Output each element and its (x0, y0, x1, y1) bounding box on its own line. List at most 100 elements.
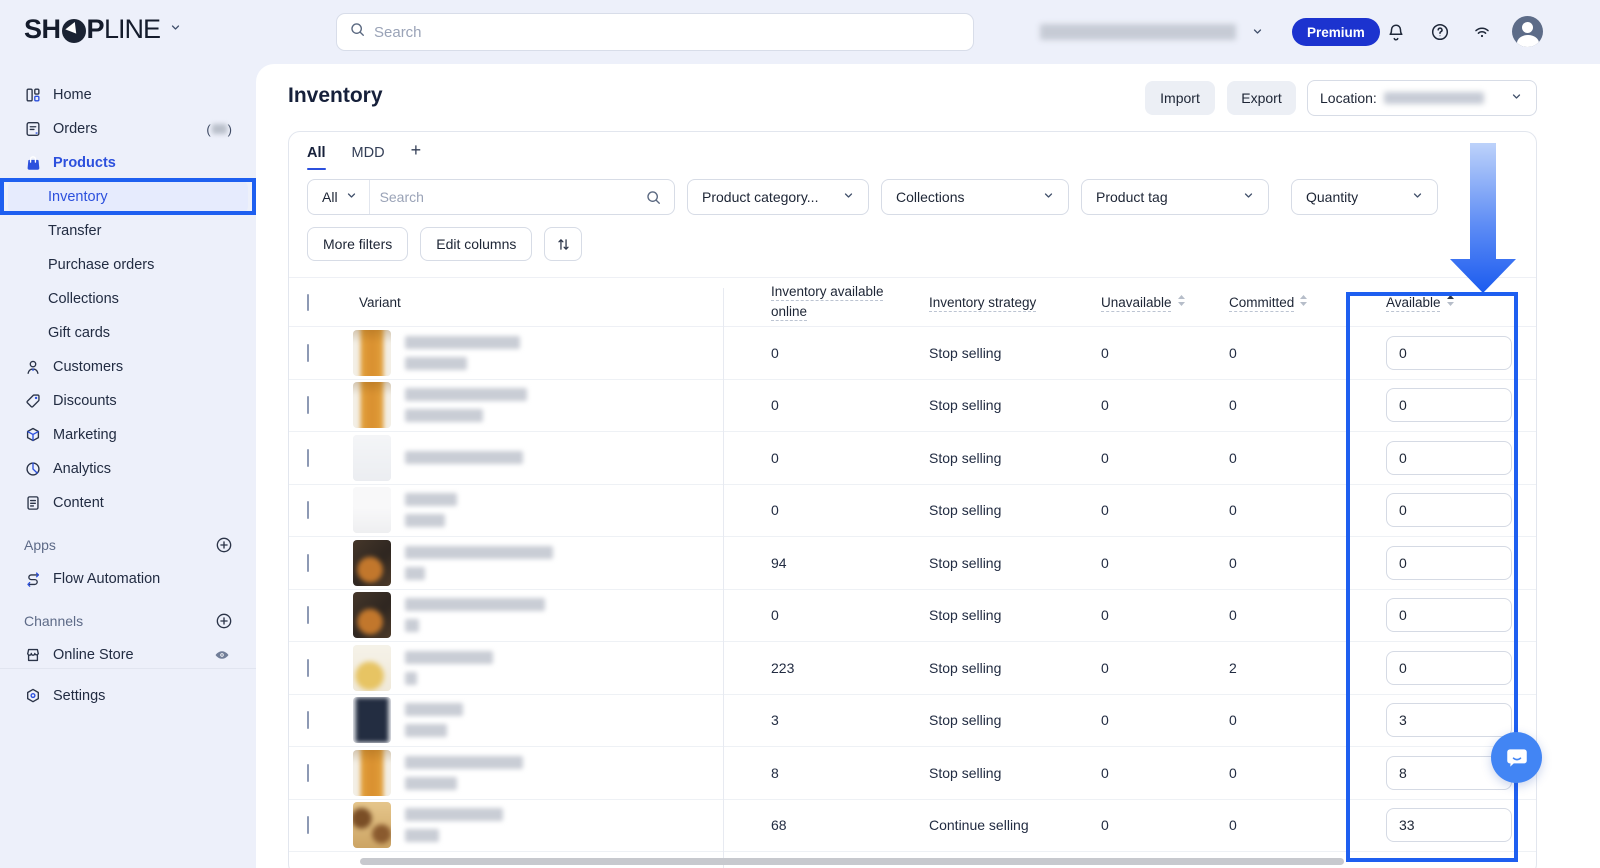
cell-variant[interactable] (337, 435, 724, 481)
chat-support-button[interactable] (1491, 732, 1542, 783)
cell-committed: 0 (1229, 607, 1359, 623)
sidebar-item-collections[interactable]: Collections (0, 282, 256, 316)
select-all-checkbox[interactable] (307, 294, 309, 311)
cell-variant[interactable] (337, 382, 724, 428)
sidebar-item-transfer[interactable]: Transfer (0, 214, 256, 248)
column-header-committed[interactable]: Committed (1229, 295, 1294, 310)
row-checkbox[interactable] (307, 816, 309, 834)
product-name-redacted (405, 451, 523, 464)
table-row: 0Stop selling00 (289, 380, 1536, 433)
available-quantity-input[interactable] (1386, 336, 1512, 370)
location-selector[interactable]: Location: (1307, 80, 1537, 116)
available-quantity-input[interactable] (1386, 546, 1512, 580)
more-filters-button[interactable]: More filters (307, 227, 408, 261)
sidebar-item-label: Online Store (53, 647, 202, 663)
row-checkbox[interactable] (307, 606, 309, 624)
sort-indicator-icon[interactable] (1299, 294, 1308, 310)
product-name-redacted (405, 546, 553, 559)
cell-variant[interactable] (337, 540, 724, 586)
sidebar-item-flow-automation[interactable]: Flow Automation (0, 562, 256, 596)
row-checkbox[interactable] (307, 449, 309, 467)
column-header-unavailable[interactable]: Unavailable (1101, 295, 1172, 310)
products-icon (24, 154, 42, 172)
available-quantity-input[interactable] (1386, 808, 1512, 842)
cell-inventory-strategy: Stop selling (929, 712, 1101, 728)
horizontal-scrollbar[interactable] (360, 858, 1344, 865)
edit-columns-button[interactable]: Edit columns (420, 227, 532, 261)
sort-indicator-icon[interactable] (1177, 294, 1186, 310)
column-header-available[interactable]: Available (1386, 295, 1441, 310)
tab-mdd[interactable]: MDD (352, 145, 385, 170)
sidebar-item-label: Content (53, 495, 232, 511)
sidebar-item-online-store[interactable]: Online Store (0, 638, 256, 668)
sidebar-section-channels: Channels (0, 604, 256, 638)
column-header-online[interactable]: Inventory available online (771, 282, 899, 321)
available-quantity-input[interactable] (1386, 441, 1512, 475)
cell-variant[interactable] (337, 802, 724, 848)
tab-all[interactable]: All (307, 145, 326, 170)
notifications-bell-icon[interactable] (1386, 22, 1406, 42)
row-checkbox[interactable] (307, 344, 309, 362)
sidebar-item-home[interactable]: Home (0, 78, 256, 112)
available-quantity-input[interactable] (1386, 703, 1512, 737)
account-chevron-down-icon[interactable] (1250, 24, 1265, 44)
sidebar-item-analytics[interactable]: Analytics (0, 452, 256, 486)
cell-variant[interactable] (337, 487, 724, 533)
available-quantity-input[interactable] (1386, 598, 1512, 632)
analytics-icon (24, 460, 42, 478)
sort-button[interactable] (544, 227, 582, 261)
product-name-redacted (405, 756, 523, 769)
available-quantity-input[interactable] (1386, 651, 1512, 685)
product-name-redacted (405, 357, 467, 370)
filter-quantity[interactable]: Quantity (1291, 179, 1438, 215)
row-checkbox[interactable] (307, 764, 309, 782)
filter-product-tag[interactable]: Product tag (1081, 179, 1269, 215)
sidebar-item-purchase-orders[interactable]: Purchase orders (0, 248, 256, 282)
sidebar-item-orders[interactable]: Orders() (0, 112, 256, 146)
row-checkbox[interactable] (307, 501, 309, 519)
export-button[interactable]: Export (1227, 81, 1296, 115)
sidebar-item-inventory[interactable]: Inventory (8, 180, 248, 214)
cell-variant[interactable] (337, 645, 724, 691)
filter-row-primary: All Product category... Collections Prod… (307, 179, 1536, 215)
view-tabs: All MDD + (289, 132, 1536, 170)
sidebar-item-content[interactable]: Content (0, 486, 256, 520)
cell-variant[interactable] (337, 697, 724, 743)
filter-collections[interactable]: Collections (881, 179, 1069, 215)
location-prefix-label: Location: (1320, 90, 1377, 106)
inventory-search-input[interactable] (370, 189, 645, 205)
import-button[interactable]: Import (1145, 81, 1215, 115)
sort-indicator-icon-active[interactable] (1446, 294, 1455, 310)
shopline-logo[interactable]: SHPLINE (24, 14, 183, 45)
row-checkbox[interactable] (307, 711, 309, 729)
available-quantity-input[interactable] (1386, 493, 1512, 527)
premium-badge[interactable]: Premium (1292, 18, 1380, 46)
sidebar-item-products[interactable]: Products (0, 146, 256, 180)
help-icon[interactable] (1430, 22, 1450, 42)
visibility-eye-icon[interactable] (213, 646, 232, 665)
cell-inventory-available-online: 0 (724, 502, 929, 518)
account-avatar[interactable] (1512, 16, 1543, 47)
add-plus-circle-icon[interactable] (215, 536, 234, 555)
global-search-input[interactable] (374, 24, 961, 41)
orders-count-badge: () (206, 122, 232, 137)
cell-variant[interactable] (337, 750, 724, 796)
available-quantity-input[interactable] (1386, 388, 1512, 422)
row-checkbox[interactable] (307, 396, 309, 414)
column-header-strategy[interactable]: Inventory strategy (929, 295, 1036, 310)
row-checkbox[interactable] (307, 554, 309, 572)
add-view-tab-button[interactable]: + (411, 140, 422, 170)
search-scope-dropdown[interactable]: All (308, 180, 370, 214)
add-plus-circle-icon[interactable] (215, 612, 234, 631)
sidebar-item-discounts[interactable]: Discounts (0, 384, 256, 418)
chevron-down-icon[interactable] (168, 20, 183, 40)
sidebar-item-customers[interactable]: Customers (0, 350, 256, 384)
network-wifi-icon[interactable] (1472, 22, 1492, 42)
row-checkbox[interactable] (307, 659, 309, 677)
sidebar-item-gift-cards[interactable]: Gift cards (0, 316, 256, 350)
filter-product-category[interactable]: Product category... (687, 179, 869, 215)
sidebar-item-marketing[interactable]: Marketing (0, 418, 256, 452)
sidebar-item-settings[interactable]: Settings (0, 679, 256, 713)
cell-variant[interactable] (337, 592, 724, 638)
cell-variant[interactable] (337, 330, 724, 376)
